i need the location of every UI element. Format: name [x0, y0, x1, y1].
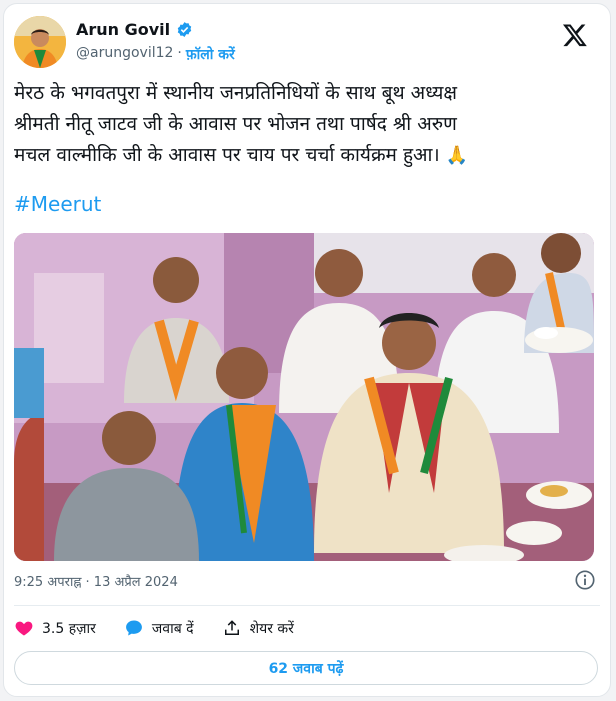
heart-icon	[15, 621, 33, 636]
info-icon[interactable]	[574, 569, 596, 591]
follow-button[interactable]: फ़ॉलो करें	[186, 45, 235, 64]
reply-button[interactable]: जवाब दें	[124, 618, 194, 638]
name-row: Arun Govil	[76, 20, 193, 39]
tweet-text-line-content: मचल वाल्मीकि जी के आवास पर चाय पर चर्चा …	[14, 144, 440, 166]
verified-badge-icon	[177, 22, 192, 37]
display-name[interactable]: Arun Govil	[76, 20, 170, 39]
tweet-text-line: मचल वाल्मीकि जी के आवास पर चाय पर चर्चा …	[14, 140, 599, 171]
tweet-timestamp[interactable]: 9:25 अपराह्न · 13 अप्रैल 2024	[14, 572, 178, 590]
photo-illustration	[14, 233, 594, 561]
avatar[interactable]	[14, 16, 66, 68]
tweet-card: Arun Govil @arungovil12 · फ़ॉलो करें मेर…	[3, 3, 611, 697]
like-button[interactable]: 3.5 हज़ार	[14, 618, 96, 638]
tweet-header: Arun Govil @arungovil12 · फ़ॉलो करें	[14, 14, 600, 74]
upload-share-icon	[224, 620, 239, 635]
speech-bubble-icon	[125, 620, 142, 636]
like-count: 3.5 हज़ार	[42, 620, 96, 637]
hashtag-link[interactable]: #Meerut	[14, 192, 101, 216]
read-replies-button[interactable]: 62 जवाब पढ़ें	[14, 651, 598, 685]
tweet-photo[interactable]	[14, 233, 594, 561]
x-logo-icon[interactable]	[562, 22, 588, 48]
share-button[interactable]: शेयर करें	[222, 618, 294, 638]
separator-dot: ·	[177, 45, 182, 61]
tweet-text-line: मेरठ के भगवतपुरा में स्थानीय जनप्रतिनिधि…	[14, 82, 457, 104]
tweet-text-line: श्रीमती नीतू जाटव जी के आवास पर भोजन तथा…	[14, 113, 457, 135]
reply-label: जवाब दें	[151, 620, 194, 637]
tweet-text: मेरठ के भगवतपुरा में स्थानीय जनप्रतिनिधि…	[14, 78, 599, 171]
share-label: शेयर करें	[249, 620, 294, 637]
folded-hands-emoji: 🙏	[445, 145, 469, 166]
handle[interactable]: @arungovil12	[76, 45, 173, 64]
divider	[14, 605, 600, 606]
handle-row: @arungovil12 · फ़ॉलो करें	[76, 45, 235, 64]
action-bar: 3.5 हज़ार जवाब दें शेयर करें	[14, 616, 322, 640]
